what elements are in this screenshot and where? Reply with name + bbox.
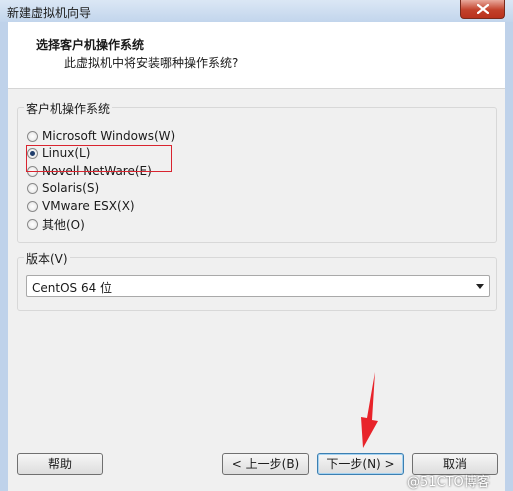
page-title: 选择客户机操作系统 — [36, 38, 145, 52]
watermark: @51CTO博客 — [407, 475, 490, 490]
close-button[interactable] — [460, 0, 505, 19]
chevron-down-icon — [476, 284, 484, 289]
annotation-arrow-icon — [361, 372, 378, 448]
back-button[interactable]: < 上一步(B) — [222, 453, 309, 475]
help-button[interactable]: 帮助 — [17, 453, 103, 475]
radio-solaris[interactable]: Solaris(S) — [27, 180, 99, 196]
radio-button-icon[interactable] — [27, 182, 38, 194]
guest-os-group: 客户机操作系统 Microsoft Windows(W) Linux(L) No… — [17, 100, 497, 243]
title-bar: 新建虚拟机向导 — [0, 0, 513, 22]
close-icon — [477, 4, 489, 14]
radio-microsoft-windows[interactable]: Microsoft Windows(W) — [27, 128, 175, 144]
wizard-body: 客户机操作系统 Microsoft Windows(W) Linux(L) No… — [8, 89, 505, 491]
version-group-label: 版本(V) — [24, 250, 70, 267]
version-select-value: CentOS 64 位 — [32, 281, 113, 295]
window-title: 新建虚拟机向导 — [7, 6, 92, 20]
page-subtitle: 此虚拟机中将安装哪种操作系统? — [64, 56, 239, 70]
radio-button-icon[interactable] — [27, 218, 38, 230]
wizard-header: 选择客户机操作系统 此虚拟机中将安装哪种操作系统? — [0, 22, 513, 89]
annotation-highlight-box — [26, 145, 172, 172]
window-frame-left — [0, 22, 8, 491]
radio-vmware-esx[interactable]: VMware ESX(X) — [27, 198, 135, 214]
radio-label: 其他(O) — [42, 217, 85, 232]
radio-other[interactable]: 其他(O) — [27, 216, 85, 232]
radio-label: Solaris(S) — [42, 181, 100, 195]
radio-button-icon[interactable] — [27, 130, 38, 142]
window-frame-right — [505, 22, 513, 491]
radio-label: Microsoft Windows(W) — [42, 129, 176, 143]
version-select[interactable]: CentOS 64 位 — [26, 275, 490, 297]
radio-button-icon[interactable] — [27, 200, 38, 212]
version-group: 版本(V) CentOS 64 位 — [17, 250, 497, 311]
next-button[interactable]: 下一步(N) > — [317, 453, 404, 475]
guest-os-group-label: 客户机操作系统 — [24, 100, 113, 117]
radio-label: VMware ESX(X) — [42, 199, 135, 213]
